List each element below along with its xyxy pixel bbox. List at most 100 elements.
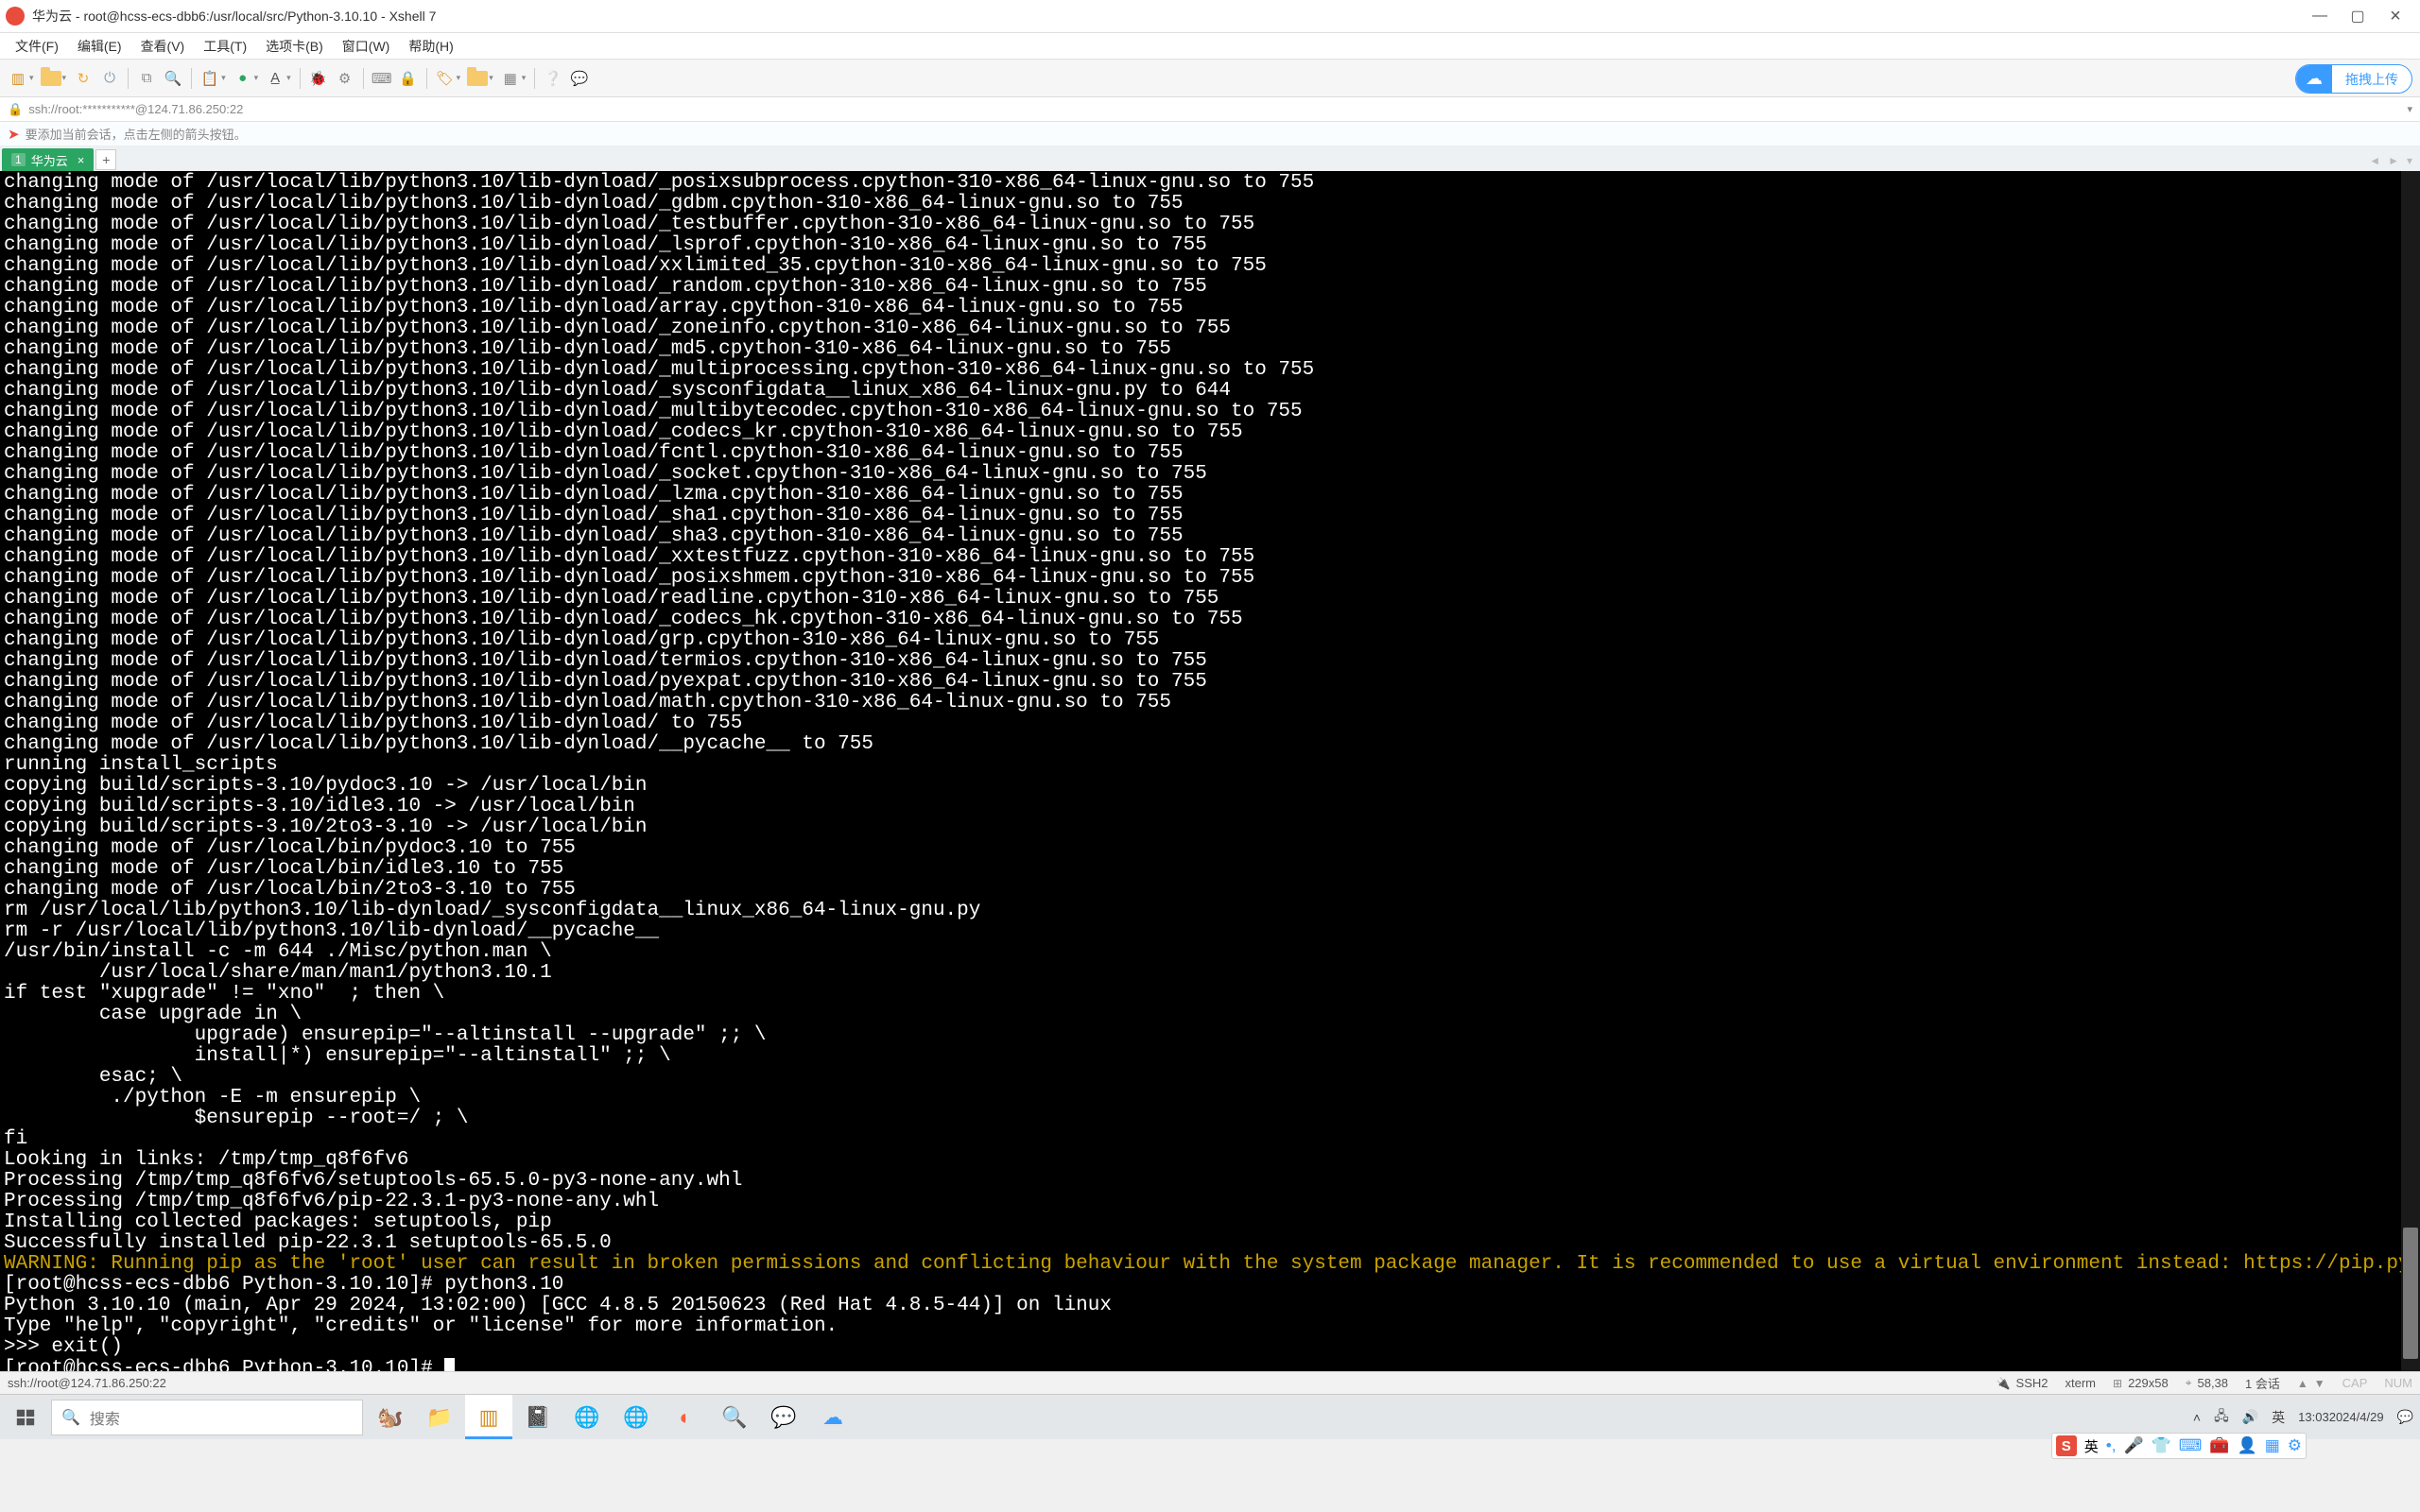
status-size: ⊞229x58: [2113, 1376, 2169, 1390]
ladybug-button[interactable]: 🐞: [306, 66, 331, 91]
lock-icon: 🔒: [8, 102, 23, 117]
ime-user-icon[interactable]: 👤: [2238, 1436, 2257, 1455]
menu-edit[interactable]: 编辑(E): [68, 34, 131, 59]
tab-close-icon[interactable]: ×: [78, 153, 85, 167]
status-connection: ssh://root@124.71.86.250:22: [8, 1376, 1979, 1390]
new-session-button[interactable]: ▥: [6, 66, 30, 91]
ime-lang[interactable]: 英: [2084, 1436, 2099, 1456]
app-chrome-1[interactable]: 🌐: [563, 1395, 611, 1439]
toolbar-separator: [363, 68, 364, 89]
status-cap: CAP: [2342, 1376, 2368, 1390]
ime-mic-icon[interactable]: 🎤: [2123, 1436, 2143, 1455]
up-icon: ▲: [2297, 1377, 2308, 1390]
plug-icon: 🔌: [1996, 1377, 2011, 1390]
gear-button[interactable]: ⚙: [333, 66, 357, 91]
tab-index: 1: [11, 153, 26, 166]
open-button[interactable]: [39, 66, 63, 91]
app-todesk[interactable]: ◐: [662, 1395, 709, 1439]
find-button[interactable]: 🔍: [161, 66, 185, 91]
tab-add-button[interactable]: +: [95, 149, 116, 170]
tabs-prev-icon[interactable]: ◄: [2367, 154, 2382, 167]
toolbar-separator: [300, 68, 301, 89]
app-explorer[interactable]: 📁: [416, 1395, 463, 1439]
menu-file[interactable]: 文件(F): [6, 34, 68, 59]
drag-upload-button[interactable]: ☁ 拖拽上传: [2295, 64, 2412, 94]
ime-keyboard-icon[interactable]: ⌨: [2179, 1436, 2203, 1455]
menu-window[interactable]: 窗口(W): [333, 34, 400, 59]
disconnect-button[interactable]: ⏻: [97, 66, 122, 91]
ime-toolbar[interactable]: S 英 •, 🎤 👕 ⌨ 🧰 👤 ▦ ⚙: [2051, 1433, 2307, 1459]
status-sessions[interactable]: 1 会话: [2245, 1374, 2280, 1392]
drag-upload-label: 拖拽上传: [2332, 70, 2411, 89]
chat-button[interactable]: 💬: [567, 66, 592, 91]
ime-grid-icon[interactable]: ▦: [2265, 1436, 2280, 1455]
toolbar-separator: [426, 68, 427, 89]
close-button[interactable]: ×: [2377, 0, 2414, 33]
app-wechat[interactable]: 💬: [760, 1395, 807, 1439]
hint-text: 要添加当前会话，点击左侧的箭头按钮。: [26, 125, 247, 143]
toolbar-separator: [534, 68, 535, 89]
toolbar-separator: [191, 68, 192, 89]
terminal-scrollbar[interactable]: [2401, 171, 2420, 1371]
app-cloud[interactable]: ☁: [809, 1395, 856, 1439]
status-updown: ▲▼: [2297, 1377, 2325, 1390]
address-text: ssh://root:***********@124.71.86.250:22: [28, 102, 243, 116]
tab-label: 华为云: [31, 151, 68, 169]
ime-gear-icon[interactable]: ⚙: [2288, 1436, 2302, 1455]
start-button[interactable]: [0, 1395, 51, 1439]
app-notepad[interactable]: 📓: [514, 1395, 562, 1439]
taskbar-apps: 🐿️ 📁 ▥ 📓 🌐 🌐 ◐ 🔍 💬 ☁: [363, 1395, 856, 1439]
tabs-next-icon[interactable]: ►: [2386, 154, 2401, 167]
terminal-wrapper: changing mode of /usr/local/lib/python3.…: [0, 171, 2420, 1371]
lock-button[interactable]: 🔒: [396, 66, 421, 91]
toolbar: ▥▾ ▾ ↻ ⏻ ⧉ 🔍 📋▾ ●▾ A̲▾ 🐞 ⚙ ⌨ 🔒 🏷▾ ▾ ▦▾ ❔…: [0, 60, 2420, 97]
maximize-button[interactable]: ▢: [2339, 0, 2377, 33]
layout-button[interactable]: ▦: [498, 66, 523, 91]
cursor-icon: ⌖: [2186, 1376, 2192, 1390]
scrollbar-thumb[interactable]: [2403, 1228, 2418, 1360]
app-icon: [6, 7, 25, 26]
menu-view[interactable]: 查看(V): [131, 34, 195, 59]
tabs-menu-icon[interactable]: ▾: [2405, 154, 2414, 167]
status-pos: ⌖58,38: [2186, 1376, 2228, 1390]
keyboard-button[interactable]: ⌨: [370, 66, 394, 91]
status-bar: ssh://root@124.71.86.250:22 🔌SSH2 xterm …: [0, 1371, 2420, 1394]
session-tab[interactable]: 1 华为云 ×: [2, 148, 94, 171]
app-xshell[interactable]: ▥: [465, 1395, 512, 1439]
sogou-icon[interactable]: S: [2056, 1435, 2077, 1456]
hint-bar: ➤ 要添加当前会话，点击左侧的箭头按钮。: [0, 122, 2420, 146]
minimize-button[interactable]: —: [2301, 0, 2339, 33]
menu-tabs[interactable]: 选项卡(B): [256, 34, 333, 59]
status-num: NUM: [2384, 1376, 2412, 1390]
font-button[interactable]: A̲: [263, 66, 287, 91]
tag-button[interactable]: 🏷: [433, 66, 458, 91]
menu-bar: 文件(F) 编辑(E) 查看(V) 工具(T) 选项卡(B) 窗口(W) 帮助(…: [0, 33, 2420, 60]
status-term: xterm: [2066, 1376, 2097, 1390]
taskbar-search[interactable]: 🔍 搜索: [51, 1400, 363, 1435]
app-desktop-pets[interactable]: 🐿️: [367, 1395, 414, 1439]
ime-toolbox-icon[interactable]: 🧰: [2209, 1436, 2229, 1455]
terminal[interactable]: changing mode of /usr/local/lib/python3.…: [0, 171, 2420, 1371]
status-proto: 🔌SSH2: [1996, 1376, 2048, 1390]
color-button[interactable]: ●: [231, 66, 255, 91]
menu-help[interactable]: 帮助(H): [399, 34, 462, 59]
chevron-down-icon[interactable]: ▾: [2407, 103, 2412, 115]
tray-notifications-icon[interactable]: 💬: [2391, 1395, 2420, 1439]
hint-arrow-icon[interactable]: ➤: [8, 126, 20, 143]
clock-date: 2024/4/29: [2329, 1410, 2384, 1425]
toolbar-separator: [128, 68, 129, 89]
paste-button[interactable]: 📋: [198, 66, 222, 91]
copy-button[interactable]: ⧉: [134, 66, 159, 91]
ime-punct-icon[interactable]: •,: [2106, 1436, 2117, 1455]
app-everything[interactable]: 🔍: [711, 1395, 758, 1439]
ime-skin-icon[interactable]: 👕: [2152, 1436, 2171, 1455]
reconnect-button[interactable]: ↻: [71, 66, 95, 91]
help-button[interactable]: ❔: [541, 66, 565, 91]
tab-strip: 1 华为云 × + ◄ ► ▾: [0, 146, 2420, 171]
tray-clock[interactable]: 13:03 2024/4/29: [2291, 1395, 2390, 1439]
menu-tools[interactable]: 工具(T): [194, 34, 256, 59]
app-chrome-2[interactable]: 🌐: [613, 1395, 660, 1439]
folder-button[interactable]: [465, 66, 490, 91]
address-bar[interactable]: 🔒 ssh://root:***********@124.71.86.250:2…: [0, 97, 2420, 122]
search-icon: 🔍: [61, 1408, 80, 1427]
